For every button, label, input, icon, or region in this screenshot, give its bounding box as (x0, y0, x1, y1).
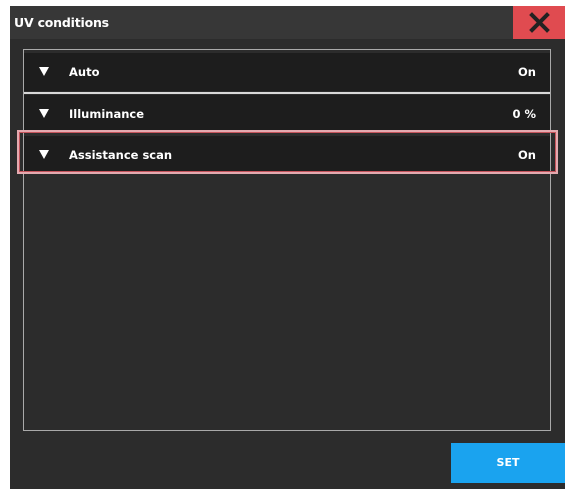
row-value: On (518, 65, 536, 79)
row-label: Auto (69, 65, 100, 79)
triangle-down-icon (39, 67, 49, 76)
triangle-down-icon (39, 150, 49, 159)
panel-divider (550, 49, 551, 431)
row-illuminance[interactable]: Illuminance 0 % (24, 95, 550, 133)
row-value: 0 % (512, 107, 536, 121)
set-button[interactable]: SET (451, 443, 565, 483)
row-value: On (518, 148, 536, 162)
conditions-list: Auto On Illuminance 0 % Assistance scan … (23, 49, 550, 431)
row-auto[interactable]: Auto On (24, 53, 550, 94)
row-label: Illuminance (69, 107, 145, 121)
close-button[interactable] (513, 6, 565, 39)
triangle-down-icon (39, 109, 49, 118)
row-assistance-scan[interactable]: Assistance scan On (24, 136, 550, 174)
dialog-titlebar: UV conditions (10, 6, 565, 39)
dialog-title: UV conditions (14, 15, 109, 30)
row-label: Assistance scan (69, 148, 173, 162)
uv-conditions-dialog: UV conditions Auto On Illuminance 0 % As… (10, 6, 565, 489)
close-x-icon (529, 12, 550, 33)
